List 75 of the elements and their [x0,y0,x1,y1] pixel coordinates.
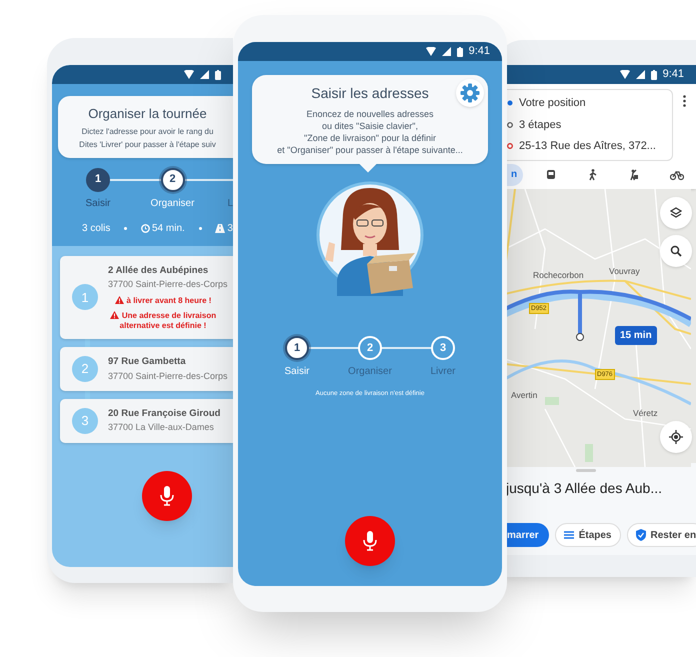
stop-card[interactable]: 2 97 Rue Gambetta 37700 Saint-Pierre-des-Corps [60,347,233,391]
settings-icon [460,83,480,103]
warning-text: à livrer avant 8 heure ! [108,296,218,306]
settings-button[interactable] [456,79,484,107]
wifi-icon [426,47,436,56]
route-entry[interactable]: Votre position [519,95,586,112]
stat-text: 54 min. [152,222,185,236]
layers-icon [670,206,682,218]
stop-number: 2 [72,356,98,382]
stat-text: 3 [227,222,233,236]
card-title: Organiser la tournée [88,105,207,123]
place-label: Vouvray [609,264,640,278]
microphone-icon [160,486,174,506]
circle-icon [507,120,513,130]
status-time: 9:41 [468,44,490,60]
destination-pin-icon [507,141,513,152]
step-label: Organiser [348,365,392,379]
route-entry[interactable]: 25-13 Rue des Aîtres, 372... [519,138,656,154]
microphone-icon [363,531,377,551]
stop-street: 2 Allée des Aubépines [108,264,210,278]
place-label: Avertin [511,388,538,402]
battery-icon [215,70,221,80]
search-icon [670,244,682,256]
crosshair-icon [669,430,683,444]
warning-text: Une adresse de livraison alternative est définie ! [108,311,218,332]
route-summary: jusqu'à 3 Allée des Aub... [505,479,664,498]
shield-icon [636,529,646,541]
stop-street: 97 Rue Gambetta [108,355,187,370]
microphone-button[interactable] [345,516,395,566]
signal-icon [442,47,451,56]
stop-city: 37700 Saint-Pierre-des-Corps [108,370,228,383]
road-icon [215,224,226,232]
list-icon [564,531,574,539]
signal-icon [200,70,209,79]
step-label: Saisir [284,365,310,379]
stat-text: 3 colis [82,222,110,236]
bicycle-icon [670,168,684,180]
status-time: 9:41 [662,67,684,82]
step-label: Livrer [430,365,456,379]
step-label: Saisir [85,196,110,210]
battery-icon [456,46,463,56]
stop-street: 20 Rue Françoise Giroud [108,407,220,421]
route-entry[interactable]: 3 étapes [519,116,562,133]
duration-badge: 15 min [615,326,657,344]
card-text: Dites 'Livrer' pour passer à l'étape suiv [79,138,216,150]
stop-number: 1 [72,284,98,310]
separator-dot-icon [124,226,128,230]
stop-card[interactable]: 1 2 Allée des Aubépines 37700 Saint-Pierre-des-Corps à livrer avant 8 heure ! Une adresse de livraison alternative est définie ! [60,256,233,340]
stop-card[interactable]: 3 20 Rue Françoise Giroud 37700 La Ville-aux-Dames [60,399,233,443]
steps-button[interactable]: Étapes [554,523,620,547]
battery-icon [650,70,657,80]
card-text: "Zone de livraison" pour la définir [304,132,436,144]
stop-city: 37700 La Ville-aux-Dames [108,421,215,434]
wifi-icon [184,70,194,79]
warning-icon [114,296,124,304]
clock-icon [140,224,150,232]
start-button[interactable]: marrer [505,523,549,547]
card-text: Dictez l'adresse pour avoir le rang du [82,126,214,136]
warning-icon [110,311,119,320]
place-label: Véretz [633,406,658,420]
more-options-icon [683,95,686,107]
location-dot-icon [507,98,513,108]
card-text: et "Organiser" pour passer à l'étape suivante... [277,144,463,156]
card-title: Saisir les adresses [311,84,429,103]
signal-icon [636,70,645,79]
separator-dot-icon [198,226,202,230]
wifi-icon [620,70,630,79]
stop-number: 3 [72,408,98,434]
card-text: Enoncez de nouvelles adresses [306,108,434,120]
step-label: L [227,196,233,210]
stay-button[interactable]: Rester en [626,523,696,547]
place-label: Rochecorbon [533,268,584,282]
step-label: Organiser [150,196,194,210]
stop-city: 37700 Saint-Pierre-des-Corps [108,278,228,291]
card-text: ou dites "Saisie clavier", [322,120,418,132]
